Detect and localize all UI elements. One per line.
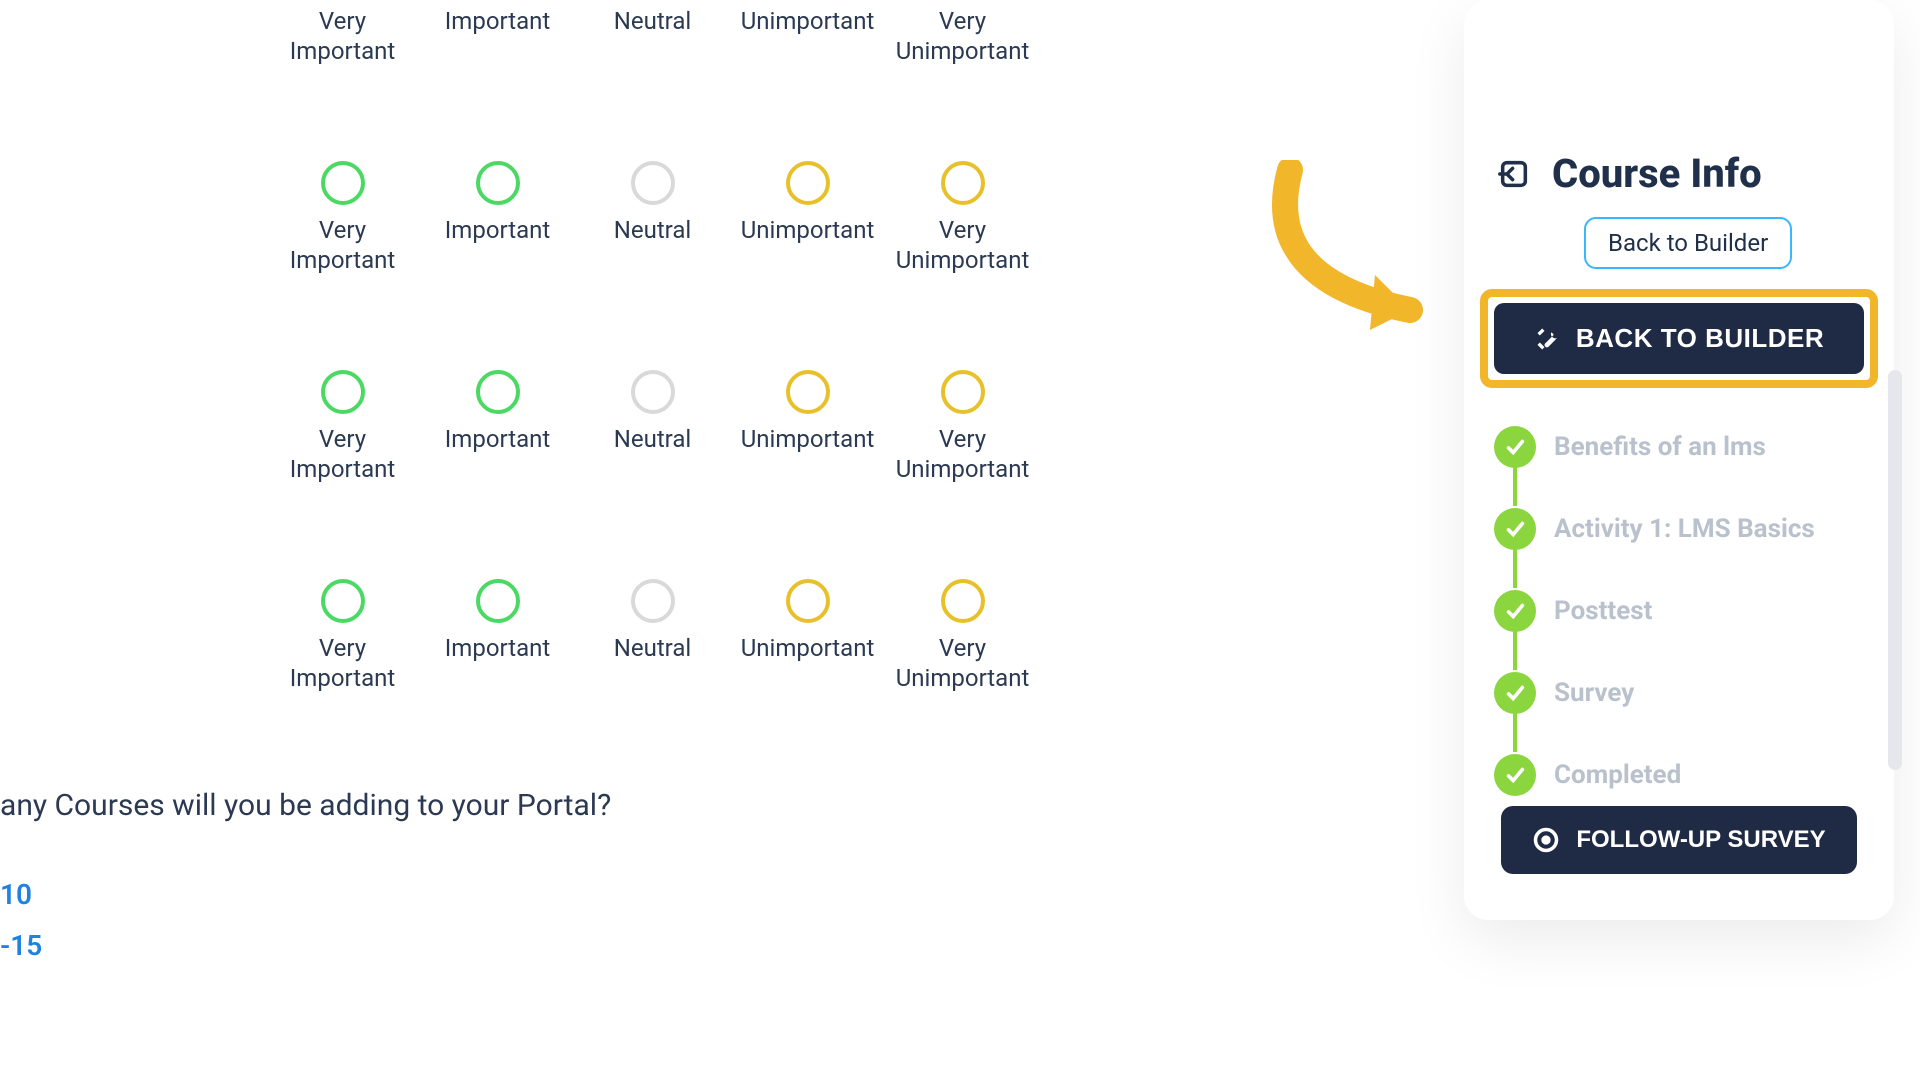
course-info-panel: Course Info Back to Builder BACK TO BUIL… xyxy=(1464,0,1894,920)
radio-very-unimportant[interactable] xyxy=(941,161,985,205)
radio-important[interactable] xyxy=(476,370,520,414)
answer-list: 10 -15 xyxy=(0,878,1040,962)
radio-very-important[interactable] xyxy=(321,370,365,414)
matrix-row: ectiveness VeryImportant Important Neutr… xyxy=(0,161,1040,275)
progress-label: Survey xyxy=(1554,678,1634,708)
radio-important[interactable] xyxy=(476,161,520,205)
matrix-options: VeryImportant Important Neutral Unimport… xyxy=(265,370,1040,484)
option-label: VeryImportant xyxy=(290,6,395,66)
tools-icon xyxy=(1534,325,1562,353)
radio-very-unimportant[interactable] xyxy=(941,370,985,414)
radio-important[interactable] xyxy=(476,579,520,623)
check-icon xyxy=(1494,426,1536,468)
button-label: BACK TO BUILDER xyxy=(1576,323,1824,354)
check-icon xyxy=(1494,508,1536,550)
option-label: Neutral xyxy=(614,6,691,36)
radio-neutral[interactable] xyxy=(631,161,675,205)
survey-question: any Courses will you be adding to your P… xyxy=(0,788,1040,823)
check-icon xyxy=(1494,590,1536,632)
matrix-options: VeryImportant Important Neutral Unimport… xyxy=(265,579,1040,693)
sidebar-title: Course Info xyxy=(1552,150,1762,197)
eye-icon xyxy=(1532,826,1560,854)
matrix-row: ization VeryImportant Important Neutral … xyxy=(0,579,1040,693)
answer-option[interactable]: 10 xyxy=(0,878,1040,911)
radio-unimportant[interactable] xyxy=(786,370,830,414)
radio-neutral[interactable] xyxy=(631,579,675,623)
radio-unimportant[interactable] xyxy=(786,161,830,205)
radio-very-important[interactable] xyxy=(321,161,365,205)
option-label: Important xyxy=(445,6,550,36)
option-important: Important xyxy=(420,0,575,66)
progress-label: Posttest xyxy=(1554,596,1652,626)
radio-very-important[interactable] xyxy=(321,579,365,623)
button-label: FOLLOW-UP SURVEY xyxy=(1576,826,1825,854)
progress-label: Activity 1: LMS Basics xyxy=(1554,514,1815,544)
option-label: Unimportant xyxy=(741,6,875,36)
check-icon xyxy=(1494,672,1536,714)
radio-unimportant[interactable] xyxy=(786,579,830,623)
check-icon xyxy=(1494,754,1536,796)
answer-option[interactable]: -15 xyxy=(0,929,1040,962)
followup-survey-button[interactable]: FOLLOW-UP SURVEY xyxy=(1501,806,1857,874)
progress-item[interactable]: Benefits of an lms xyxy=(1494,406,1864,488)
progress-item[interactable]: Completed xyxy=(1494,734,1864,816)
progress-list: Benefits of an lms Activity 1: LMS Basic… xyxy=(1494,406,1864,816)
option-label: VeryUnimportant xyxy=(896,6,1030,66)
progress-label: Completed xyxy=(1554,760,1681,790)
highlighted-callout: BACK TO BUILDER xyxy=(1480,289,1878,388)
survey-main: y VeryImportant Important Neutral Unimpo… xyxy=(0,0,1040,980)
matrix-row: ility VeryImportant Important Neutral Un… xyxy=(0,370,1040,484)
sidebar-header: Course Info xyxy=(1464,0,1894,197)
option-very-unimportant: VeryUnimportant xyxy=(885,0,1040,66)
option-unimportant: Unimportant xyxy=(730,0,885,66)
radio-neutral[interactable] xyxy=(631,370,675,414)
option-neutral: Neutral xyxy=(575,0,730,66)
back-to-builder-button[interactable]: BACK TO BUILDER xyxy=(1494,303,1864,374)
matrix-options: VeryImportant Important Neutral Unimport… xyxy=(265,161,1040,275)
option-very-important: VeryImportant xyxy=(265,0,420,66)
progress-item[interactable]: Activity 1: LMS Basics xyxy=(1494,488,1864,570)
back-arrow-icon[interactable] xyxy=(1494,154,1534,194)
progress-item[interactable]: Survey xyxy=(1494,652,1864,734)
sidebar-scrollbar[interactable] xyxy=(1888,370,1902,770)
radio-very-unimportant[interactable] xyxy=(941,579,985,623)
back-to-builder-tooltip: Back to Builder xyxy=(1584,217,1792,269)
progress-label: Benefits of an lms xyxy=(1554,432,1766,462)
matrix-row: y VeryImportant Important Neutral Unimpo… xyxy=(0,0,1040,66)
progress-item[interactable]: Posttest xyxy=(1494,570,1864,652)
callout-arrow-icon xyxy=(1240,160,1460,360)
matrix-options: VeryImportant Important Neutral Unimport… xyxy=(265,0,1040,66)
